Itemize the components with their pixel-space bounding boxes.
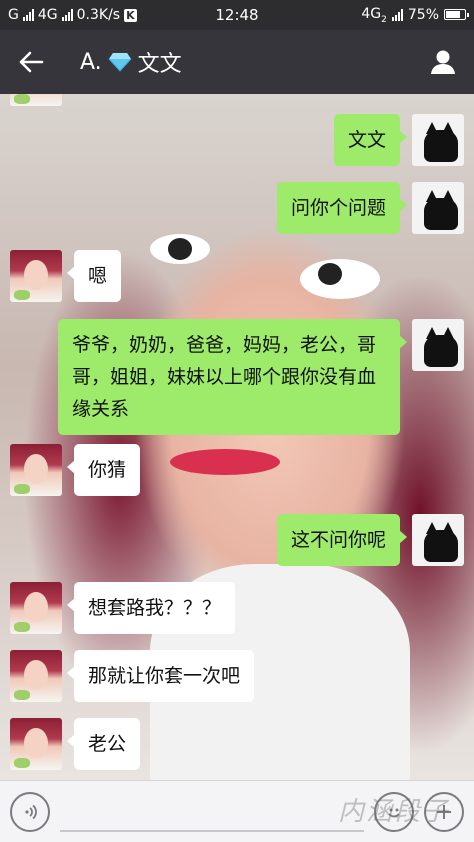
chat-header: A. 文文 bbox=[0, 30, 474, 94]
person-icon bbox=[431, 50, 455, 74]
network-indicator: 4G2 bbox=[361, 5, 387, 25]
sent-message-bubble[interactable]: 爷爷，奶奶，爸爸，妈妈，老公，哥哥，姐姐，妹妹以上哪个跟你没有血缘关系 bbox=[58, 319, 407, 435]
carrier-label: G bbox=[8, 7, 19, 23]
voice-icon bbox=[25, 804, 37, 819]
my-avatar[interactable] bbox=[412, 319, 464, 371]
emoji-button[interactable] bbox=[374, 791, 414, 832]
status-bar: G 4G 0.3K/s K 12:48 4G2 75% bbox=[0, 0, 474, 30]
message-row: 老公 bbox=[10, 718, 141, 770]
background-photo-lips bbox=[170, 449, 280, 475]
message-row: 想套路我？？？ bbox=[10, 582, 236, 634]
contact-avatar[interactable] bbox=[10, 718, 62, 770]
contact-avatar[interactable] bbox=[10, 94, 62, 106]
my-avatar[interactable] bbox=[412, 514, 464, 566]
more-options-button[interactable] bbox=[424, 791, 464, 832]
message-row: 文文 bbox=[333, 114, 464, 166]
contact-avatar[interactable] bbox=[10, 650, 62, 702]
diamond-icon bbox=[108, 53, 132, 72]
contact-avatar[interactable] bbox=[10, 582, 62, 634]
sent-message-bubble[interactable]: 文文 bbox=[333, 114, 408, 166]
voice-button[interactable] bbox=[10, 791, 50, 832]
plus-icon bbox=[437, 804, 451, 819]
contact-avatar[interactable] bbox=[10, 250, 62, 302]
signal-icon-2 bbox=[61, 9, 73, 21]
network-type-label: 4G bbox=[37, 7, 58, 23]
contact-avatar[interactable] bbox=[10, 444, 62, 496]
back-arrow-icon bbox=[19, 51, 44, 73]
k-badge-icon: K bbox=[124, 8, 137, 22]
back-button[interactable] bbox=[0, 30, 62, 94]
received-message-bubble[interactable]: 老公 bbox=[66, 718, 141, 770]
sent-message-bubble[interactable]: 问你个问题 bbox=[276, 182, 408, 234]
my-avatar[interactable] bbox=[412, 182, 464, 234]
message-row: 问你个问题 bbox=[276, 182, 464, 234]
battery-icon bbox=[444, 9, 469, 21]
message-row: 你猜 bbox=[10, 444, 141, 496]
network-speed: 0.3K/s bbox=[76, 7, 121, 23]
message-row: 那就让你套一次吧 bbox=[10, 650, 255, 702]
message-row: 这不问你呢 bbox=[276, 514, 464, 566]
signal-icon bbox=[22, 9, 34, 21]
chat-area[interactable]: 文文 问你个问题 嗯 爷爷，奶奶，爸爸，妈妈，老公，哥哥，姐姐，妹妹以上哪个跟你… bbox=[0, 94, 474, 780]
contact-name: 文文 bbox=[137, 52, 182, 77]
received-message-bubble[interactable]: 你猜 bbox=[66, 444, 141, 496]
message-row: 爷爷，奶奶，爸爸，妈妈，老公，哥哥，姐姐，妹妹以上哪个跟你没有血缘关系 bbox=[58, 319, 464, 435]
sent-message-bubble[interactable]: 这不问你呢 bbox=[276, 514, 408, 566]
battery-percent: 75% bbox=[407, 6, 439, 23]
received-message-bubble[interactable]: 那就让你套一次吧 bbox=[66, 650, 255, 702]
my-avatar[interactable] bbox=[412, 114, 464, 166]
input-bar bbox=[0, 780, 474, 842]
contact-profile-button[interactable] bbox=[412, 30, 474, 94]
background-photo-eye-left bbox=[150, 234, 210, 264]
received-message-bubble[interactable]: 想套路我？？？ bbox=[66, 582, 236, 634]
message-input[interactable] bbox=[60, 792, 364, 832]
received-message-bubble[interactable]: 嗯 bbox=[66, 250, 122, 302]
chat-title: A. 文文 bbox=[62, 46, 412, 78]
message-row: 嗯 bbox=[10, 250, 122, 302]
emoji-icon bbox=[388, 808, 400, 817]
background-photo-eye-right bbox=[300, 259, 380, 299]
title-prefix: A. bbox=[80, 49, 102, 75]
signal-icon-3 bbox=[391, 8, 403, 21]
